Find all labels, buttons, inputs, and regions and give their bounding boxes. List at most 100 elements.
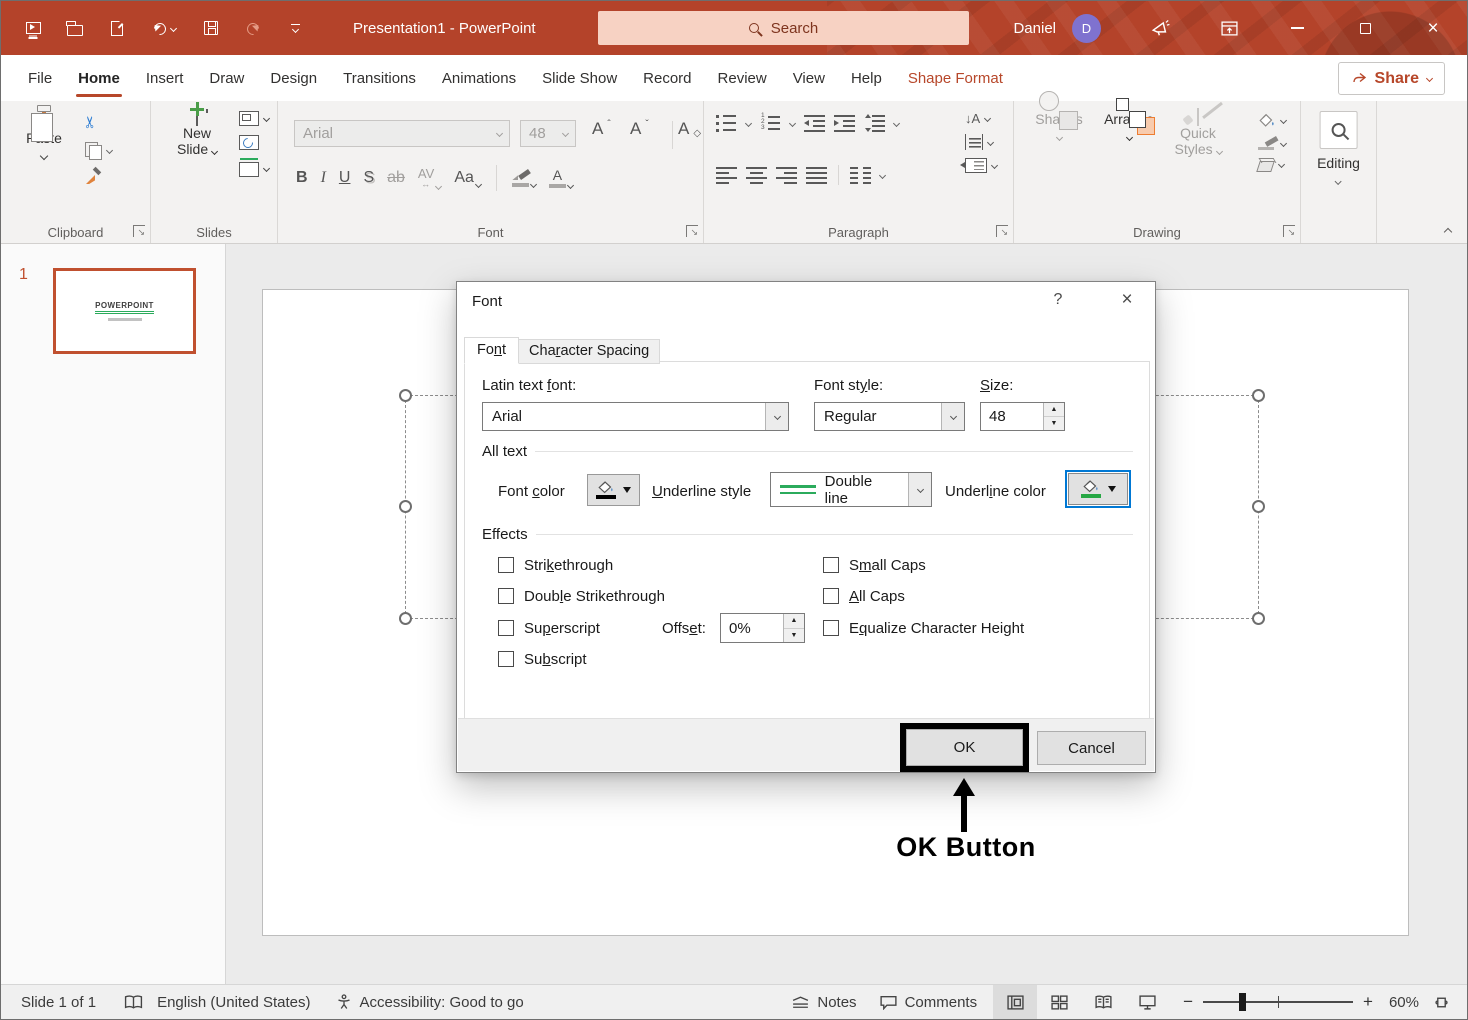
zoom-slider[interactable] xyxy=(1203,1001,1353,1003)
italic-button[interactable]: I xyxy=(321,169,326,187)
chevron-down-icon[interactable] xyxy=(765,403,788,430)
text-shadow-button[interactable]: S xyxy=(363,169,374,187)
customize-quick-access-button[interactable] xyxy=(285,16,305,40)
copy-button[interactable] xyxy=(85,142,112,158)
zoom-level[interactable]: 60% xyxy=(1389,994,1419,1011)
bold-button[interactable]: B xyxy=(296,169,308,187)
collapse-ribbon-button[interactable] xyxy=(1444,228,1452,236)
zoom-in-button[interactable]: + xyxy=(1363,992,1373,1012)
undo-button[interactable] xyxy=(149,16,179,40)
slide-sorter-view-button[interactable] xyxy=(1037,985,1081,1019)
checkbox[interactable] xyxy=(498,620,514,636)
tab-shape-format[interactable]: Shape Format xyxy=(895,55,1016,101)
decrease-indent-button[interactable] xyxy=(804,114,825,132)
justify-button[interactable] xyxy=(806,166,827,184)
normal-view-button[interactable] xyxy=(993,985,1037,1019)
share-button[interactable]: Share xyxy=(1338,62,1445,95)
offset-spinner[interactable]: 0% ▲▼ xyxy=(720,613,805,643)
double-strikethrough-checkbox-row[interactable]: Double Strikethrough xyxy=(498,585,665,607)
coming-soon-button[interactable] xyxy=(1127,1,1195,55)
layout-button[interactable] xyxy=(239,111,269,126)
font-color-button[interactable]: A xyxy=(549,168,573,188)
shape-fill-button[interactable] xyxy=(1258,113,1286,128)
tab-help[interactable]: Help xyxy=(838,55,895,101)
increase-font-size-button[interactable]: Aˆ xyxy=(592,119,611,139)
tab-slide-show[interactable]: Slide Show xyxy=(529,55,630,101)
resize-handle-bottom-right[interactable] xyxy=(1252,612,1265,625)
highlight-color-button[interactable] xyxy=(512,169,536,187)
help-button[interactable]: ? xyxy=(1045,291,1071,309)
zoom-slider-thumb[interactable] xyxy=(1239,993,1246,1011)
line-spacing-button[interactable] xyxy=(864,114,885,132)
close-button[interactable]: × xyxy=(1399,1,1467,55)
shape-effects-button[interactable] xyxy=(1258,158,1286,171)
spin-up-icon[interactable]: ▲ xyxy=(784,614,804,629)
tab-record[interactable]: Record xyxy=(630,55,704,101)
bullets-button[interactable] xyxy=(716,114,737,132)
checkbox[interactable] xyxy=(823,620,839,636)
checkbox[interactable] xyxy=(823,557,839,573)
ok-button[interactable]: OK xyxy=(906,729,1023,766)
character-spacing-button[interactable]: AV↔ xyxy=(418,167,441,189)
increase-indent-button[interactable] xyxy=(834,114,855,132)
save-button[interactable] xyxy=(201,16,221,40)
font-dialog-launcher[interactable]: ↘ xyxy=(686,225,698,237)
text-direction-button[interactable]: ↓A xyxy=(965,111,990,126)
tab-animations[interactable]: Animations xyxy=(429,55,529,101)
align-left-button[interactable] xyxy=(716,166,737,184)
font-style-combo[interactable]: Regular xyxy=(814,402,965,431)
change-case-button[interactable]: Aa xyxy=(454,169,481,187)
fit-slide-to-window-button[interactable] xyxy=(1419,985,1463,1019)
accessibility-button[interactable]: Accessibility: Good to go xyxy=(336,994,523,1011)
shape-outline-button[interactable] xyxy=(1258,136,1286,150)
tab-view[interactable]: View xyxy=(780,55,838,101)
reading-view-button[interactable] xyxy=(1081,985,1125,1019)
quick-styles-button[interactable]: Quick Styles xyxy=(1166,109,1230,157)
small-caps-checkbox-row[interactable]: Small Caps xyxy=(823,554,926,576)
tab-review[interactable]: Review xyxy=(705,55,780,101)
dialog-tab-character-spacing[interactable]: Character Spacing xyxy=(518,339,660,364)
spell-check-button[interactable] xyxy=(124,995,143,1010)
tab-file[interactable]: File xyxy=(15,55,65,101)
slideshow-view-button[interactable] xyxy=(1125,985,1169,1019)
open-button[interactable] xyxy=(65,16,85,40)
maximize-button[interactable] xyxy=(1331,1,1399,55)
underline-color-button[interactable] xyxy=(1068,473,1128,505)
redo-button[interactable] xyxy=(243,16,263,40)
checkbox[interactable] xyxy=(498,651,514,667)
resize-handle-top-right[interactable] xyxy=(1252,389,1265,402)
tab-insert[interactable]: Insert xyxy=(133,55,197,101)
paste-button[interactable]: Paste xyxy=(18,109,70,162)
zoom-out-button[interactable]: − xyxy=(1183,992,1193,1012)
align-text-button[interactable] xyxy=(965,134,993,150)
strikethrough-button[interactable]: ab xyxy=(387,169,405,187)
resize-handle-middle-left[interactable] xyxy=(399,500,412,513)
checkbox[interactable] xyxy=(823,588,839,604)
tab-home[interactable]: Home xyxy=(65,55,133,101)
cut-button[interactable]: ✂ xyxy=(85,113,98,131)
shapes-button[interactable]: Shapes xyxy=(1028,111,1090,143)
clear-formatting-button[interactable]: A◇ xyxy=(678,119,701,139)
notes-button[interactable]: Notes xyxy=(791,994,856,1011)
spin-up-icon[interactable]: ▲ xyxy=(1044,403,1064,417)
drawing-dialog-launcher[interactable]: ↘ xyxy=(1283,225,1295,237)
superscript-checkbox-row[interactable]: Superscript xyxy=(498,617,600,639)
checkbox[interactable] xyxy=(498,588,514,604)
tab-transitions[interactable]: Transitions xyxy=(330,55,429,101)
spin-down-icon[interactable]: ▼ xyxy=(1044,417,1064,430)
minimize-button[interactable] xyxy=(1263,1,1331,55)
font-size-combo[interactable]: 48 xyxy=(520,120,576,147)
numbering-button[interactable] xyxy=(760,114,781,132)
slide-indicator[interactable]: Slide 1 of 1 xyxy=(21,994,96,1011)
align-right-button[interactable] xyxy=(776,166,797,184)
language-button[interactable]: English (United States) xyxy=(157,994,310,1011)
decrease-font-size-button[interactable]: Aˇ xyxy=(630,119,649,139)
latin-font-combo[interactable]: Arial xyxy=(482,402,789,431)
dialog-tab-font[interactable]: Font xyxy=(464,337,519,364)
chevron-down-icon[interactable] xyxy=(908,473,931,506)
editing-button[interactable]: Editing xyxy=(1317,111,1360,187)
resize-handle-top-left[interactable] xyxy=(399,389,412,402)
underline-button[interactable]: U xyxy=(339,169,351,187)
dialog-close-button[interactable]: × xyxy=(1112,289,1142,311)
comments-button[interactable]: Comments xyxy=(879,994,978,1011)
